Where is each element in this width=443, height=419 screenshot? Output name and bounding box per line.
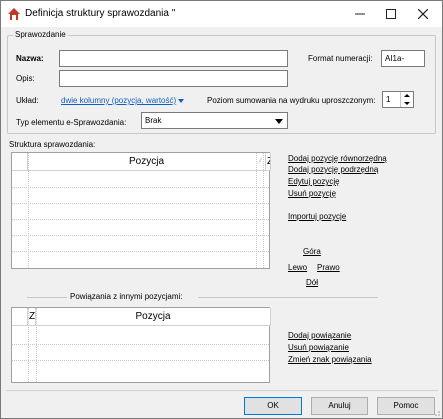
usun-powiazanie-link[interactable]: Usuń powiązanie [288,343,349,352]
uklad-label: Układ: [16,96,39,105]
move-right-link[interactable]: Prawo [317,263,340,272]
struktura-grid[interactable]: Pozycja ⁄ ZP [11,152,271,269]
title-bar: Definicja struktury sprawozdania '' [1,1,442,27]
close-button[interactable] [407,1,439,27]
typ-elementu-value: Brak [145,116,162,125]
maximize-button[interactable] [375,1,407,27]
powiazania-divider-left [27,297,67,298]
column-header-zp[interactable]: ZP [266,153,271,171]
opis-label: Opis: [16,74,35,83]
chevron-down-icon [275,119,283,124]
grid-divider [12,251,269,252]
poziom-sumowania-spinner[interactable]: 1 [382,91,414,108]
dialog-window: Definicja struktury sprawozdania '' Spra… [0,0,443,419]
powiazania-divider-right [198,297,378,298]
dodaj-rownorzedna-link[interactable]: Dodaj pozycję równorzędną [288,154,387,163]
zmien-znak-powiazania-link[interactable]: Zmień znak powiązania [288,355,372,364]
grid-divider [12,203,269,204]
dodaj-powiazanie-link[interactable]: Dodaj powiązanie [288,331,351,340]
powiazania-grid[interactable]: Z Pozycja [11,307,271,383]
grid-divider [12,360,269,361]
chevron-down-icon [178,98,185,103]
grid-divider [12,235,269,236]
footer-separator [6,390,438,391]
spin-up-icon [404,94,410,97]
struktura-label: Struktura sprawozdania: [9,140,96,149]
format-numeracji-label: Format numeracji: [308,54,373,63]
dodaj-podrzedna-link[interactable]: Dodaj pozycję podrzędną [288,165,378,174]
ok-button[interactable]: OK [244,397,302,415]
uklad-dropdown-link[interactable]: dwie kolumny (pozycja, wartość) [61,96,185,105]
grid-divider [36,308,37,382]
sort-indicator-icon: ⁄ [259,158,261,165]
column-header-pozycja[interactable]: Pozycja ⁄ [28,153,266,171]
pomoc-button[interactable]: Pomoc [377,397,435,415]
app-icon [8,8,20,20]
typ-elementu-combo[interactable]: Brak [141,112,288,129]
sprawozdanie-legend: Sprawozdanie [13,30,68,39]
move-down-link[interactable]: Dół [306,278,318,287]
spin-down-icon [404,102,410,105]
poziom-sumowania-value: 1 [386,95,391,104]
format-numeracji-input[interactable]: AI1a- [381,50,425,67]
close-icon [418,9,428,19]
powiazania-label: Powiązania z innymi pozycjami: [70,292,183,301]
column-header-z[interactable]: Z [28,308,36,326]
anuluj-button[interactable]: Anuluj [311,397,368,415]
uklad-value: dwie kolumny (pozycja, wartość) [61,96,177,105]
spinner-arrows[interactable] [400,92,413,107]
typ-elementu-label: Typ elementu e-Sprawozdania: [16,118,127,127]
minimize-icon [355,13,365,15]
grid-row-header [12,153,28,171]
nazwa-label: Nazwa: [16,54,44,63]
grid-divider [12,187,269,188]
minimize-button[interactable] [344,1,376,27]
window-title: Definicja struktury sprawozdania '' [25,8,176,19]
move-up-link[interactable]: Góra [303,247,321,256]
maximize-icon [386,9,396,19]
grid-divider [12,344,269,345]
importuj-pozycje-link[interactable]: Importuj pozycje [288,212,346,221]
resize-grip-icon[interactable] [433,409,441,417]
usun-pozycje-link[interactable]: Usuń pozycję [288,189,336,198]
poziom-sumowania-label: Poziom sumowania na wydruku uproszczonym… [207,96,376,105]
column-header-pozycja-text: Pozycja [128,156,164,167]
column-header-pozycja[interactable]: Pozycja [36,308,271,326]
edytuj-pozycje-link[interactable]: Edytuj pozycję [288,177,340,186]
grid-divider [28,308,29,382]
grid-row-header [12,308,28,326]
move-left-link[interactable]: Lewo [288,263,307,272]
grid-divider [12,219,269,220]
opis-input[interactable] [59,70,288,87]
nazwa-input[interactable] [59,50,288,67]
